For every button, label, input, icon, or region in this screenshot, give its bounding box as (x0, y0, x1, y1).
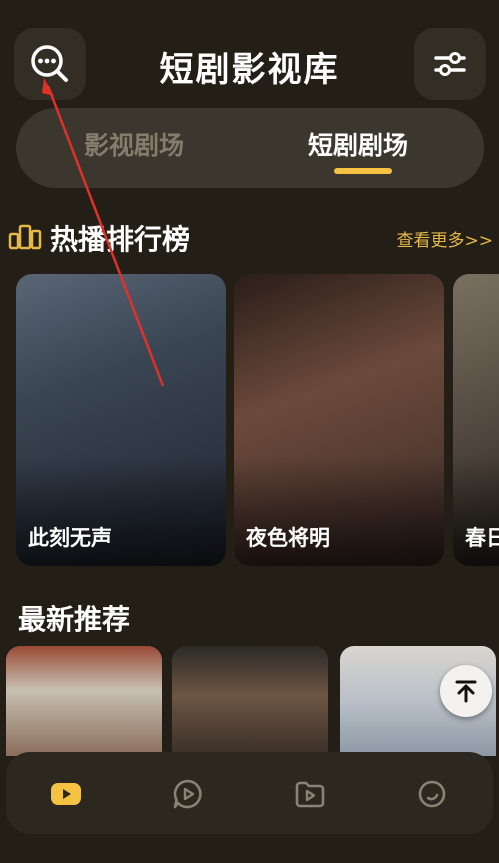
drama-card[interactable]: 夜色将明 (234, 274, 444, 566)
recommend-card[interactable] (6, 646, 162, 756)
drama-card[interactable]: 春日 (453, 274, 499, 566)
home-play-icon (51, 783, 81, 805)
drama-title: 春日 (465, 526, 499, 550)
latest-recommend-title: 最新推荐 (18, 603, 131, 636)
chat-play-icon (173, 779, 202, 809)
drama-title: 夜色将明 (246, 526, 330, 550)
tab-short-drama-theater[interactable]: 短剧剧场 (308, 126, 408, 162)
active-tab-indicator (334, 168, 392, 174)
hot-ranking-title: 热播排行榜 (50, 223, 191, 256)
tab-movie-theater[interactable]: 影视剧场 (84, 126, 184, 162)
nav-discover[interactable] (170, 776, 206, 812)
nav-library[interactable] (292, 776, 328, 812)
hot-ranking-header: 热播排行榜 查看更多>> (0, 212, 499, 262)
category-tabs: 影视剧场 短剧剧场 (16, 108, 484, 188)
recommend-card[interactable] (172, 646, 328, 756)
top-bar: 短剧影视库 (0, 0, 499, 100)
filter-button[interactable] (414, 28, 486, 100)
sliders-icon (434, 52, 466, 76)
folder-play-icon (295, 781, 325, 808)
drama-card[interactable]: 此刻无声 (16, 274, 226, 566)
nav-home[interactable] (48, 776, 84, 812)
back-to-top-button[interactable] (440, 665, 492, 717)
back-to-top-icon (455, 680, 477, 703)
bottom-nav (6, 752, 493, 834)
ranking-icon (8, 224, 42, 250)
circle-icon (418, 780, 446, 808)
drama-title: 此刻无声 (28, 526, 112, 550)
nav-profile[interactable] (414, 776, 450, 812)
view-more-link[interactable]: 查看更多>> (397, 226, 494, 251)
